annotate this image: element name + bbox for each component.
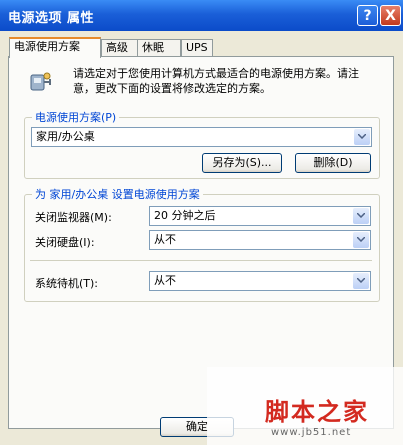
divider bbox=[30, 260, 372, 261]
standby-select-value: 从不 bbox=[154, 274, 176, 287]
power-plug-icon bbox=[28, 69, 54, 95]
tab-power-schemes[interactable]: 电源使用方案 bbox=[9, 37, 101, 58]
monitor-label: 关闭监视器(M): bbox=[35, 211, 112, 224]
monitor-select[interactable]: 20 分钟之后 bbox=[149, 206, 371, 226]
watermark-brand: 脚本之家 bbox=[265, 397, 369, 426]
standby-select[interactable]: 从不 bbox=[149, 271, 371, 291]
scheme-select[interactable]: 家用/办公桌 bbox=[31, 127, 372, 147]
harddisk-select[interactable]: 从不 bbox=[149, 230, 371, 250]
tab-ups[interactable]: UPS bbox=[181, 39, 213, 56]
window-title: 电源选项 属性 bbox=[8, 11, 95, 26]
description-text: 请选定对于您使用计算机方式最适合的电源使用方案。请注意，更改下面的设置将修改选定… bbox=[73, 67, 359, 95]
standby-label: 系统待机(T): bbox=[35, 277, 99, 290]
chevron-down-icon[interactable] bbox=[353, 273, 369, 289]
chevron-down-icon[interactable] bbox=[353, 232, 369, 248]
watermark-url: www.jb51.net bbox=[271, 427, 352, 438]
harddisk-select-value: 从不 bbox=[154, 233, 176, 246]
monitor-select-value: 20 分钟之后 bbox=[154, 209, 216, 222]
settings-group-title: 为 家用/办公桌 设置电源使用方案 bbox=[32, 186, 203, 202]
scheme-select-value: 家用/办公桌 bbox=[36, 130, 95, 143]
close-button[interactable]: X bbox=[380, 5, 401, 26]
help-button[interactable]: ? bbox=[357, 5, 378, 26]
tab-hibernate[interactable]: 休眠 bbox=[137, 39, 181, 56]
scheme-group-title: 电源使用方案(P) bbox=[32, 109, 120, 125]
title-bar[interactable]: 电源选项 属性 ? X bbox=[0, 0, 403, 31]
tab-advanced[interactable]: 高级 bbox=[101, 39, 138, 56]
save-as-button[interactable]: 另存为(S)... bbox=[202, 153, 282, 173]
chevron-down-icon[interactable] bbox=[353, 208, 369, 224]
harddisk-label: 关闭硬盘(I): bbox=[35, 236, 95, 249]
delete-button[interactable]: 删除(D) bbox=[295, 153, 371, 173]
chevron-down-icon[interactable] bbox=[354, 129, 370, 145]
